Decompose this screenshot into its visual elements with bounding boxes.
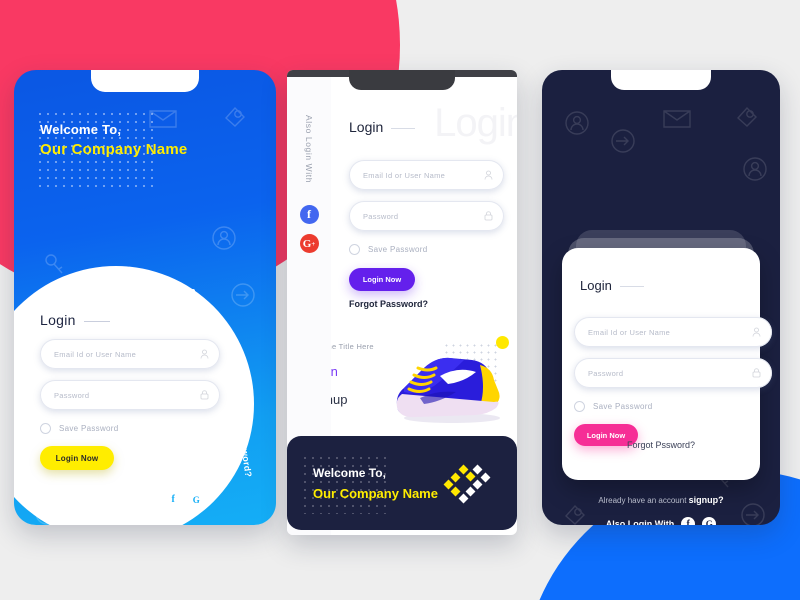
already-have-account-row: Already have an account signup? [542, 495, 780, 505]
save-password-row[interactable]: Save Password [349, 244, 504, 255]
phone-screen-3-dark-login: Login Email Id or User Name Password Sav… [542, 70, 780, 525]
title-rule [83, 320, 110, 322]
email-placeholder: Email Id or User Name [588, 327, 671, 337]
user-circle-icon [565, 111, 589, 135]
user-icon [200, 349, 209, 359]
form-title-text: Login [580, 278, 612, 293]
signup-link[interactable]: signup? [689, 495, 724, 505]
save-password-row[interactable]: Save Password [574, 401, 772, 412]
key-icon [45, 254, 63, 274]
user-circle-icon [743, 157, 767, 181]
password-field[interactable]: Password [40, 380, 220, 410]
diamond-chevron-logo [443, 464, 491, 504]
user-icon [752, 327, 761, 337]
login-now-button[interactable]: Login Now [349, 268, 415, 291]
login-form-1: Login Email Id or User Name Password Sav… [40, 312, 220, 470]
email-field[interactable]: Email Id or User Name [349, 160, 504, 190]
social-login-footer-1: Also Login With f G [14, 492, 276, 507]
canvas: Welcome To, Our Company Name Login Signu… [0, 0, 800, 600]
lock-icon [200, 390, 209, 400]
save-password-label: Save Password [368, 245, 428, 254]
already-have-account-text: Already have an account [598, 496, 689, 505]
title-rule [619, 286, 644, 288]
login-card-3: Login Email Id or User Name Password Sav… [562, 248, 772, 480]
phone-screen-2-login-promo: Also Login With f G + Login Login Email I… [287, 70, 517, 535]
google-plus-icon[interactable]: G [188, 492, 204, 507]
login-now-button[interactable]: Login Now [40, 446, 114, 470]
login-form-3: Email Id or User Name Password Save Pass… [574, 306, 772, 446]
forgot-password-link[interactable]: Forgot Password? [349, 299, 428, 309]
save-password-label: Save Password [593, 402, 653, 411]
phone-notch [91, 70, 199, 92]
password-placeholder: Password [363, 211, 399, 221]
lock-icon [484, 211, 493, 221]
save-password-label: Save Password [59, 424, 119, 433]
title-rule [391, 127, 416, 129]
welcome-line-2: Our Company Name [40, 141, 188, 158]
login-watermark: Login [434, 101, 517, 145]
form-title-text: Login [349, 119, 384, 135]
google-plus-icon[interactable]: G + [299, 234, 319, 254]
form-title: Login [349, 119, 416, 135]
also-login-with-label: Also Login With [304, 115, 314, 184]
dot-pattern [301, 454, 389, 514]
user-icon [484, 170, 493, 180]
tag-lock-icon [737, 106, 757, 127]
facebook-icon[interactable]: f [681, 517, 696, 525]
login-panel-2: Login Login Email Id or User Name Passwo… [331, 77, 517, 330]
email-placeholder: Email Id or User Name [363, 170, 446, 180]
lock-icon [752, 368, 761, 378]
forgot-password-link[interactable]: Forgot Pssword? [562, 440, 760, 450]
form-title: Login [580, 278, 644, 293]
phone-notch [349, 70, 455, 90]
password-placeholder: Password [54, 390, 90, 400]
login-form-2: Email Id or User Name Password Save Pass… [349, 149, 504, 291]
password-field[interactable]: Password [574, 358, 772, 388]
arc-bullet-dot [191, 289, 195, 293]
save-password-checkbox[interactable] [349, 244, 360, 255]
save-password-checkbox[interactable] [40, 423, 51, 434]
login-arrow-icon [231, 283, 255, 307]
phone-screen-1-welcome-login: Welcome To, Our Company Name Login Signu… [14, 70, 276, 525]
form-title-text: Login [40, 312, 76, 328]
google-plus-icon[interactable]: G [702, 517, 717, 525]
welcome-heading: Welcome To, Our Company Name [40, 122, 187, 158]
save-password-row[interactable]: Save Password [40, 423, 220, 434]
welcome-line-2: Our Company Name [313, 486, 438, 501]
email-placeholder: Email Id or User Name [54, 349, 137, 359]
save-password-checkbox[interactable] [574, 401, 585, 412]
social-login-footer-3: Also Login With f G [542, 517, 780, 525]
tag-lock-icon [225, 106, 245, 127]
also-login-with-label: Also Login With [86, 494, 158, 505]
form-title: Login [40, 312, 220, 328]
facebook-icon[interactable]: f [165, 492, 181, 507]
facebook-icon[interactable]: f [299, 205, 319, 225]
password-field[interactable]: Password [349, 201, 504, 231]
user-circle-icon [212, 226, 236, 250]
dark-welcome-footer: Welcome To, Our Company Name [287, 436, 517, 530]
email-field[interactable]: Email Id or User Name [40, 339, 220, 369]
shoe-illustration [396, 357, 500, 423]
running-shoe-image [380, 332, 515, 437]
email-field[interactable]: Email Id or User Name [574, 317, 772, 347]
password-placeholder: Password [588, 368, 624, 378]
envelope-icon [663, 110, 691, 128]
phone-notch [611, 70, 711, 90]
welcome-line-1: Welcome To, [40, 122, 122, 137]
welcome-line-1: Welcome To, [313, 466, 386, 480]
also-login-with-label: Also Login With [605, 519, 675, 525]
login-arrow-icon [611, 129, 635, 153]
